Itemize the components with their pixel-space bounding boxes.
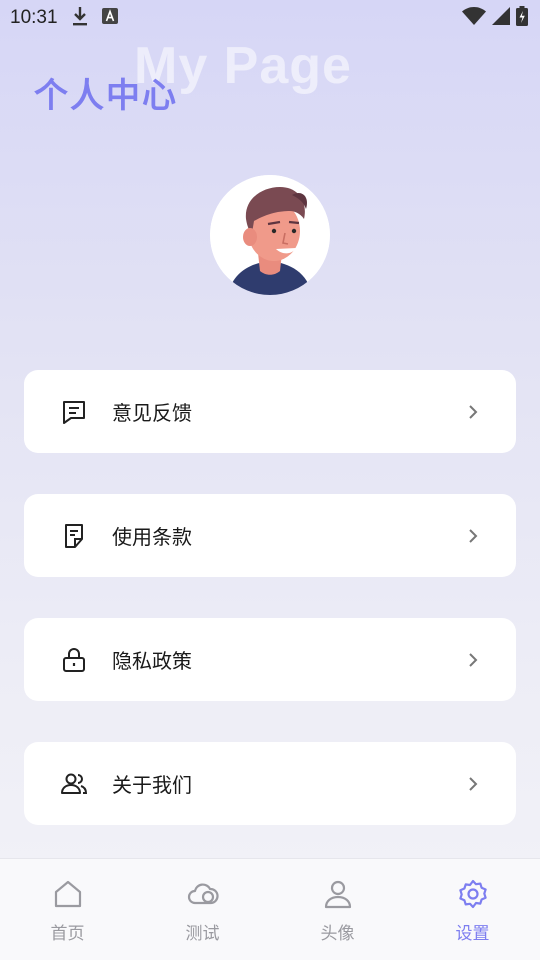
terms-document-icon — [60, 522, 88, 550]
menu-item-feedback[interactable]: 意见反馈 — [24, 370, 516, 453]
menu-item-label: 隐私政策 — [112, 649, 192, 673]
settings-gear-icon — [458, 879, 488, 913]
chevron-right-icon — [468, 527, 482, 545]
signal-icon — [492, 7, 510, 29]
tab-label: 首页 — [50, 924, 85, 944]
avatar[interactable] — [210, 175, 330, 295]
tab-label: 测试 — [185, 924, 220, 944]
menu-item-about[interactable]: 关于我们 — [24, 742, 516, 825]
battery-icon — [516, 6, 528, 30]
avatar-illustration — [210, 175, 330, 295]
download-icon — [72, 6, 88, 30]
chevron-right-icon — [468, 775, 482, 793]
status-bar: 10:31 — [0, 0, 540, 36]
page-title: 个人中心 — [34, 76, 178, 116]
avatar-person-icon — [323, 879, 353, 913]
tab-label: 头像 — [320, 924, 355, 944]
test-cloud-icon — [187, 879, 219, 913]
feedback-message-icon — [60, 398, 88, 426]
privacy-lock-icon — [60, 646, 88, 674]
menu-item-label: 意见反馈 — [112, 401, 192, 425]
status-time: 10:31 — [10, 7, 58, 28]
menu-item-label: 关于我们 — [112, 773, 192, 797]
app-a-icon — [101, 8, 118, 28]
bottom-tab-bar: 首页 测试 头像 设置 — [0, 858, 540, 960]
tab-test[interactable]: 测试 — [135, 859, 270, 960]
tab-avatar[interactable]: 头像 — [270, 859, 405, 960]
chevron-right-icon — [468, 403, 482, 421]
menu-item-terms[interactable]: 使用条款 — [24, 494, 516, 577]
home-icon — [53, 879, 83, 913]
tab-settings[interactable]: 设置 — [405, 859, 540, 960]
tab-label: 设置 — [455, 924, 490, 944]
menu-item-label: 使用条款 — [112, 525, 192, 549]
chevron-right-icon — [468, 651, 482, 669]
menu-item-privacy[interactable]: 隐私政策 — [24, 618, 516, 701]
tab-home[interactable]: 首页 — [0, 859, 135, 960]
wifi-icon — [462, 7, 486, 29]
about-users-icon — [60, 770, 88, 798]
